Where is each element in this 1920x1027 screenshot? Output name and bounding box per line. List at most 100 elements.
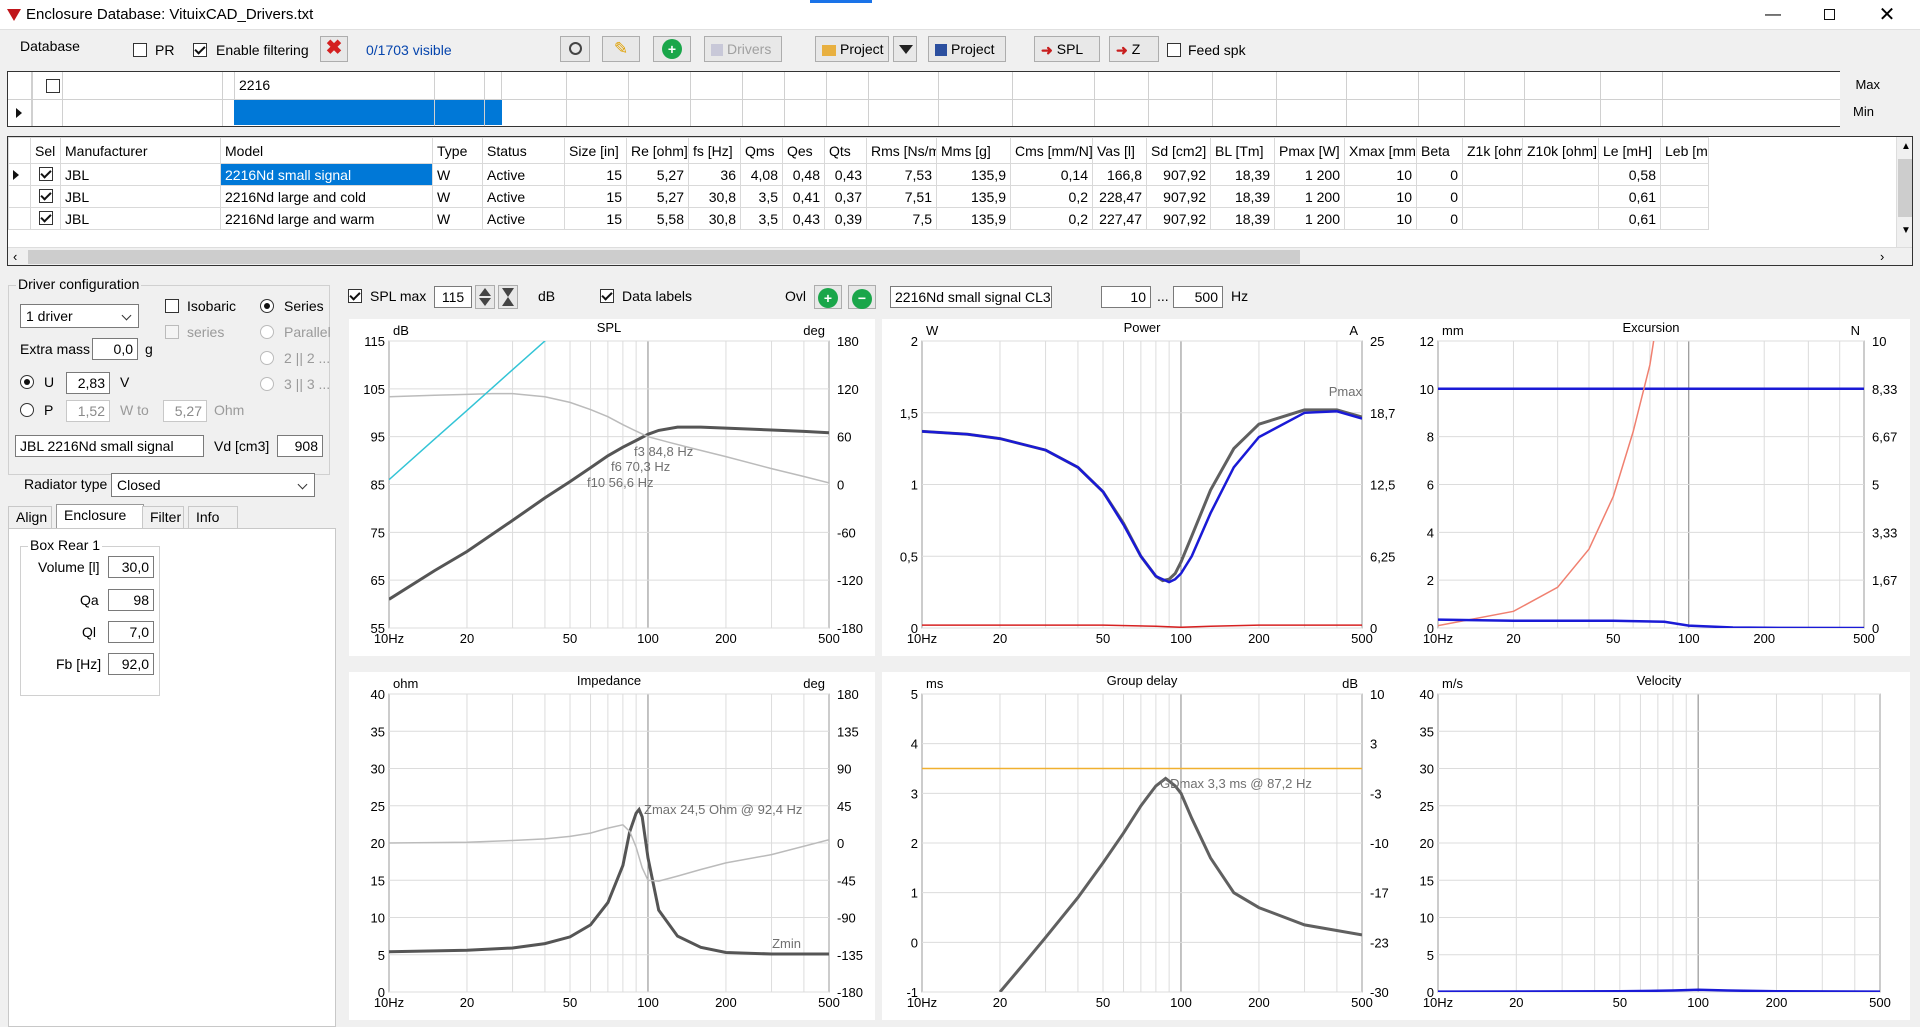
- column-header[interactable]: Size [in]: [564, 137, 627, 164]
- table-cell[interactable]: [1522, 185, 1599, 208]
- sel-checkbox-cell[interactable]: [30, 163, 61, 186]
- table-cell[interactable]: [1462, 207, 1523, 230]
- column-header[interactable]: Le [mH]: [1598, 137, 1661, 164]
- table-row[interactable]: JBL 2216Nd large and warm W Active 15 5,58 30,…: [8, 207, 1709, 230]
- table-cell[interactable]: [1522, 163, 1599, 186]
- freq-to-input[interactable]: 500: [1173, 286, 1223, 308]
- project-dropdown-button[interactable]: [893, 36, 917, 62]
- spl-max-reset-button[interactable]: [498, 285, 518, 309]
- table-cell[interactable]: 2216Nd small signal: [220, 163, 433, 186]
- sel-checkbox[interactable]: [39, 189, 53, 203]
- column-header[interactable]: Z1k [ohm]: [1462, 137, 1523, 164]
- series-checkbox[interactable]: [165, 325, 179, 339]
- table-cell[interactable]: [1660, 207, 1709, 230]
- column-header[interactable]: Vas [l]: [1092, 137, 1147, 164]
- column-header[interactable]: Z10k [ohm]: [1522, 137, 1599, 164]
- excursion-plot[interactable]: 12 10 8 6 4 2 0 10 8,33 6,67 5 3,33 1,67 0 10Hz 20 50 100…: [1398, 319, 1910, 656]
- minimize-button[interactable]: —: [1750, 0, 1796, 30]
- table-cell[interactable]: 907,92: [1146, 185, 1211, 208]
- row-header[interactable]: [8, 185, 31, 208]
- column-header[interactable]: Cms [mm/N]: [1010, 137, 1093, 164]
- parallel-radio[interactable]: [260, 325, 274, 339]
- filter-model-min[interactable]: [234, 100, 502, 125]
- table-cell[interactable]: 135,9: [936, 185, 1011, 208]
- table-cell[interactable]: 18,39: [1210, 207, 1275, 230]
- table-cell[interactable]: 18,39: [1210, 185, 1275, 208]
- table-cell[interactable]: 0: [1416, 163, 1463, 186]
- tab-info[interactable]: Info: [188, 506, 238, 528]
- vd-input[interactable]: 908: [277, 435, 323, 457]
- column-header[interactable]: Qes: [782, 137, 825, 164]
- h-scroll-thumb[interactable]: [28, 250, 1300, 264]
- data-labels-checkbox[interactable]: [600, 289, 614, 303]
- sel-checkbox-cell[interactable]: [30, 185, 61, 208]
- table-cell[interactable]: [1462, 185, 1523, 208]
- column-header[interactable]: Status: [482, 137, 565, 164]
- table-cell[interactable]: 0: [1416, 207, 1463, 230]
- feed-spk-checkbox[interactable]: [1167, 43, 1181, 57]
- p-input[interactable]: 1,52: [66, 400, 110, 422]
- table-cell[interactable]: 0,61: [1598, 207, 1661, 230]
- table-cell[interactable]: 0,39: [824, 207, 867, 230]
- table-cell[interactable]: 36: [688, 163, 741, 186]
- column-header[interactable]: Qms: [740, 137, 783, 164]
- table-cell[interactable]: 135,9: [936, 163, 1011, 186]
- p33-radio[interactable]: [260, 377, 274, 391]
- table-cell[interactable]: Active: [482, 185, 565, 208]
- isobaric-checkbox[interactable]: [165, 299, 179, 313]
- table-cell[interactable]: 0,43: [782, 207, 825, 230]
- table-cell[interactable]: 15: [564, 207, 627, 230]
- drivers-count-select[interactable]: 1 driver: [20, 304, 139, 328]
- table-cell[interactable]: 2216Nd large and warm: [220, 207, 433, 230]
- table-cell[interactable]: 1 200: [1274, 163, 1345, 186]
- power-plot[interactable]: 2 1,5 1 0,5 0 25 18,7 12,5 6,25 0 10Hz 20 50 100 200 50…: [882, 319, 1408, 656]
- column-header[interactable]: Re [ohm]: [626, 137, 689, 164]
- z-export-button[interactable]: ➜ Z: [1109, 36, 1159, 62]
- column-header[interactable]: fs [Hz]: [688, 137, 741, 164]
- freq-from-input[interactable]: 10: [1101, 286, 1151, 308]
- add-button[interactable]: +: [653, 36, 691, 62]
- enable-filtering-checkbox[interactable]: [193, 43, 207, 57]
- table-cell[interactable]: 0,43: [824, 163, 867, 186]
- table-cell[interactable]: 5,27: [626, 185, 689, 208]
- row-header[interactable]: [8, 163, 31, 186]
- column-header[interactable]: Beta: [1416, 137, 1463, 164]
- impedance-plot[interactable]: 40 35 30 25 20 15 10 5 0 180 135 90 45 0 -45 -90 -135 -18…: [349, 672, 875, 1020]
- table-cell[interactable]: 0,58: [1598, 163, 1661, 186]
- sel-checkbox[interactable]: [39, 211, 53, 225]
- table-cell[interactable]: 0,48: [782, 163, 825, 186]
- table-cell[interactable]: [1660, 185, 1709, 208]
- project-open-button[interactable]: Project: [815, 36, 889, 62]
- column-header[interactable]: Qts: [824, 137, 867, 164]
- table-cell[interactable]: 5,58: [626, 207, 689, 230]
- tab-align[interactable]: Align: [8, 506, 52, 528]
- table-cell[interactable]: 0,2: [1010, 207, 1093, 230]
- table-cell[interactable]: 0,61: [1598, 185, 1661, 208]
- driver-name-input[interactable]: JBL 2216Nd small signal: [15, 435, 204, 457]
- table-cell[interactable]: 30,8: [688, 185, 741, 208]
- close-button[interactable]: ✕: [1864, 0, 1910, 30]
- table-cell[interactable]: 3,5: [740, 185, 783, 208]
- vertical-scrollbar[interactable]: ▲ ▼: [1896, 137, 1912, 247]
- row-header[interactable]: [8, 207, 31, 230]
- table-cell[interactable]: JBL: [60, 185, 221, 208]
- table-cell[interactable]: 1 200: [1274, 207, 1345, 230]
- v-scroll-thumb[interactable]: [1898, 159, 1912, 217]
- velocity-plot[interactable]: 40 35 30 25 20 15 10 5 0 10Hz 20 50 100 200 500 Velocit…: [1398, 672, 1910, 1020]
- edit-button[interactable]: ✎: [602, 36, 640, 62]
- column-header[interactable]: Sd [cm2]: [1146, 137, 1211, 164]
- table-cell[interactable]: 907,92: [1146, 163, 1211, 186]
- u-input[interactable]: 2,83: [66, 372, 110, 394]
- table-cell[interactable]: W: [432, 163, 483, 186]
- table-cell[interactable]: 15: [564, 163, 627, 186]
- table-cell[interactable]: 4,08: [740, 163, 783, 186]
- scroll-up-icon[interactable]: ▲: [1901, 141, 1911, 152]
- scroll-left-icon[interactable]: ‹: [13, 249, 17, 264]
- project-save-button[interactable]: Project: [928, 36, 1006, 62]
- sel-checkbox-cell[interactable]: [30, 207, 61, 230]
- table-cell[interactable]: 2216Nd large and cold: [220, 185, 433, 208]
- pr-checkbox[interactable]: [133, 43, 147, 57]
- table-cell[interactable]: Active: [482, 207, 565, 230]
- spl-export-button[interactable]: ➜ SPL: [1034, 36, 1100, 62]
- overlay-curve-input[interactable]: 2216Nd small signal CL30,: [890, 286, 1052, 308]
